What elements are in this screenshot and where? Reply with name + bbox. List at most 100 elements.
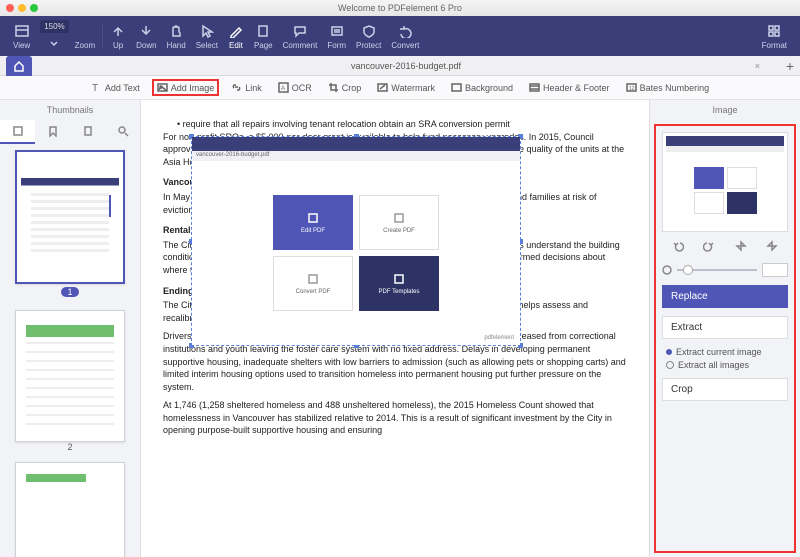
background-button[interactable]: Background [447, 80, 517, 95]
add-text-label: Add Text [105, 83, 140, 93]
select-label: Select [196, 41, 218, 50]
down-label: Down [136, 41, 156, 50]
crop-image-button[interactable]: Crop [662, 378, 788, 401]
add-image-label: Add Image [171, 83, 215, 93]
view-icon [14, 23, 30, 39]
arrow-down-icon [138, 23, 154, 39]
thumbnails-panel: Thumbnails 1 2 [0, 100, 140, 557]
home-tab[interactable] [6, 56, 32, 76]
hand-label: Hand [167, 41, 186, 50]
view-label: View [13, 41, 30, 50]
chevron-down-icon [46, 36, 62, 52]
select-tool[interactable]: Select [191, 23, 223, 50]
main-toolbar: View 150% Zoom Up Down Hand Select Edit … [0, 16, 800, 56]
format-icon [766, 23, 782, 39]
thumbnail-page-1[interactable] [15, 150, 125, 284]
page-tool[interactable]: Page [249, 23, 278, 50]
ocr-button[interactable]: A OCR [274, 80, 316, 95]
form-tool[interactable]: Form [322, 23, 351, 50]
extract-button[interactable]: Extract [662, 316, 788, 339]
up-tool[interactable]: Up [105, 23, 131, 50]
extract-all-radio[interactable]: Extract all images [666, 360, 788, 370]
image-panel-title: Image [650, 100, 800, 120]
thumbnail-page-3[interactable] [15, 462, 125, 557]
comment-tool[interactable]: Comment [278, 23, 323, 50]
embedded-logo: pdfelement [484, 335, 514, 341]
watermark-button[interactable]: Watermark [373, 80, 439, 95]
bookmarks-tab[interactable] [35, 120, 70, 144]
zoom-label: Zoom [75, 41, 95, 50]
header-footer-label: Header & Footer [543, 83, 610, 93]
search-tab[interactable] [105, 120, 140, 144]
protect-tool[interactable]: Protect [351, 23, 386, 50]
document-tab-label: vancouver-2016-budget.pdf [351, 61, 461, 71]
rotate-left-button[interactable] [672, 240, 684, 255]
protect-label: Protect [356, 41, 381, 50]
flip-vertical-button[interactable] [735, 240, 747, 255]
svg-text:12: 12 [629, 86, 635, 92]
svg-text:A: A [281, 86, 285, 92]
replace-button[interactable]: Replace [662, 285, 788, 308]
edit-tool[interactable]: Edit [223, 23, 249, 50]
crop-button[interactable]: Crop [324, 80, 366, 95]
form-icon [329, 23, 345, 39]
text-icon: T [91, 82, 102, 93]
hand-tool[interactable]: Hand [162, 23, 191, 50]
embedded-card: Create PDF [359, 195, 439, 250]
new-tab-button[interactable]: + [780, 58, 800, 74]
window-title: Welcome to PDFelement 6 Pro [0, 3, 800, 13]
extract-current-radio[interactable]: Extract current image [666, 347, 788, 357]
header-footer-icon [529, 82, 540, 93]
selected-image[interactable]: vancouver-2016-budget.pdf Edit PDF Creat… [191, 136, 521, 346]
document-tab[interactable]: vancouver-2016-budget.pdf × [32, 61, 780, 71]
zoom-value[interactable]: 150% [40, 20, 68, 33]
bates-icon: 12 [626, 82, 637, 93]
embedded-card: Edit PDF [273, 195, 353, 250]
watermark-label: Watermark [391, 83, 435, 93]
attachments-tab[interactable] [70, 120, 105, 144]
rotate-right-button[interactable] [703, 240, 715, 255]
zoom-label-group: Zoom [70, 23, 100, 50]
background-icon [451, 82, 462, 93]
convert-label: Convert [391, 41, 419, 50]
document-view[interactable]: require that all repairs involving tenan… [140, 100, 650, 557]
cursor-icon [199, 23, 215, 39]
image-icon [157, 82, 168, 93]
slider-value-input[interactable] [762, 263, 788, 277]
add-image-button[interactable]: Add Image [152, 79, 220, 96]
page-label: Page [254, 41, 273, 50]
image-panel: Image R [650, 100, 800, 557]
watermark-icon [377, 82, 388, 93]
slider-knob[interactable] [683, 265, 693, 275]
opacity-slider[interactable] [662, 263, 788, 277]
window-titlebar: Welcome to PDFelement 6 Pro [0, 0, 800, 16]
crop-label: Crop [342, 83, 362, 93]
format-tool[interactable]: Format [757, 23, 792, 50]
embedded-app-screenshot: vancouver-2016-budget.pdf Edit PDF Creat… [192, 137, 520, 345]
doc-bullet: require that all repairs involving tenan… [163, 118, 627, 131]
link-label: Link [245, 83, 262, 93]
down-tool[interactable]: Down [131, 23, 161, 50]
view-tool[interactable]: View [8, 23, 35, 50]
hand-icon [168, 23, 184, 39]
ocr-icon: A [278, 82, 289, 93]
convert-tool[interactable]: Convert [386, 23, 424, 50]
embedded-card: PDF Templates [359, 256, 439, 311]
bates-button[interactable]: 12 Bates Numbering [622, 80, 714, 95]
thumbnail-number-1: 1 [61, 287, 78, 297]
svg-text:T: T [92, 83, 98, 93]
thumbnail-page-2[interactable] [15, 310, 125, 442]
tab-bar: vancouver-2016-budget.pdf × + [0, 56, 800, 76]
zoom-tool[interactable]: 150% [35, 20, 73, 52]
add-text-button[interactable]: T Add Text [87, 80, 144, 95]
arrow-up-icon [110, 23, 126, 39]
form-label: Form [327, 41, 346, 50]
thumbnails-tab[interactable] [0, 120, 35, 144]
header-footer-button[interactable]: Header & Footer [525, 80, 614, 95]
bates-label: Bates Numbering [640, 83, 710, 93]
shield-icon [361, 23, 377, 39]
link-button[interactable]: Link [227, 80, 266, 95]
image-preview [662, 132, 788, 232]
close-tab-button[interactable]: × [755, 61, 760, 71]
flip-horizontal-button[interactable] [766, 240, 778, 255]
